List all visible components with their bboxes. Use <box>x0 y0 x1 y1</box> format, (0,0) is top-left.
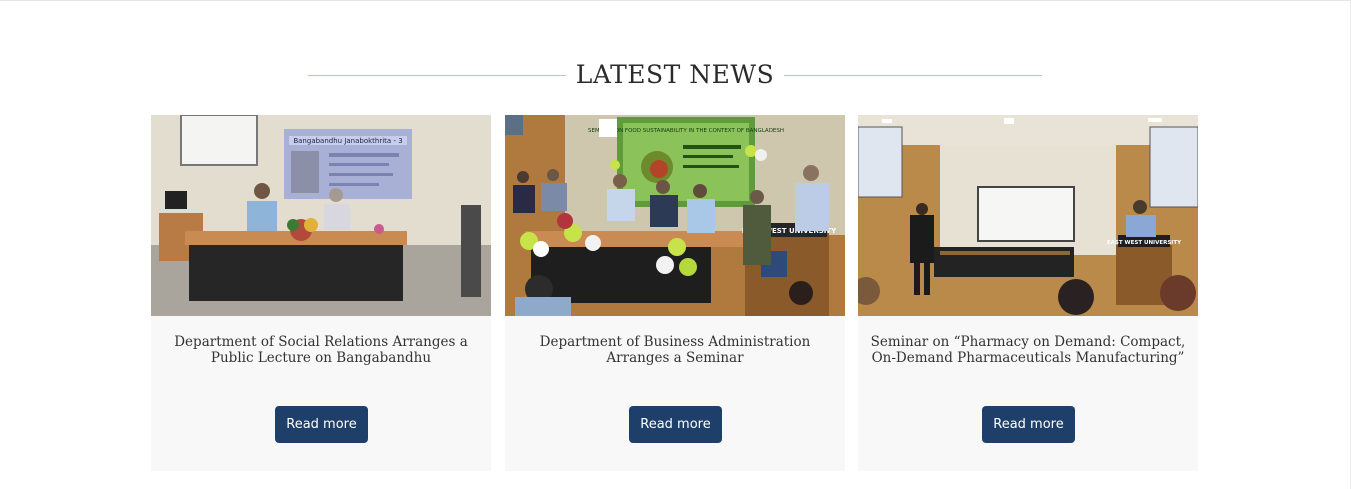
section-header: LATEST NEWS <box>0 57 1351 93</box>
podium-text: EAST WEST UNIVERSITY <box>1107 240 1182 246</box>
news-photo[interactable]: Bangabandhu Janabokthrita - 3 <box>151 115 491 316</box>
section-heading: LATEST NEWS <box>575 60 775 89</box>
banner-text: Bangabandhu Janabokthrita - 3 <box>293 137 402 145</box>
news-photo-business-seminar: SEMINAR ON FOOD SUSTAINABILITY IN THE CO… <box>505 115 845 316</box>
news-card: SEMINAR ON FOOD SUSTAINABILITY IN THE CO… <box>505 115 845 471</box>
read-more-button[interactable]: Read more <box>629 406 722 443</box>
read-more-button[interactable]: Read more <box>275 406 368 443</box>
news-photo-pharmacy-seminar: EAST WEST UNIVERSITY <box>858 115 1198 316</box>
news-title[interactable]: Seminar on “Pharmacy on Demand: Compact,… <box>868 334 1188 366</box>
news-title[interactable]: Department of Business Administration Ar… <box>515 334 835 366</box>
news-photo[interactable]: EAST WEST UNIVERSITY <box>858 115 1198 316</box>
top-border <box>0 0 1351 1</box>
heading-rule-right <box>784 75 1042 76</box>
read-more-button[interactable]: Read more <box>982 406 1075 443</box>
news-title[interactable]: Department of Social Relations Arranges … <box>161 334 481 366</box>
news-photo-social-relations: Bangabandhu Janabokthrita - 3 <box>151 115 491 316</box>
heading-rule-left <box>308 75 566 76</box>
news-card: EAST WEST UNIVERSITY Seminar on “Pharmac… <box>858 115 1198 471</box>
banner-text: SEMINAR ON FOOD SUSTAINABILITY IN THE CO… <box>588 128 784 134</box>
news-card: Bangabandhu Janabokthrita - 3 Department… <box>151 115 491 471</box>
news-photo[interactable]: SEMINAR ON FOOD SUSTAINABILITY IN THE CO… <box>505 115 845 316</box>
